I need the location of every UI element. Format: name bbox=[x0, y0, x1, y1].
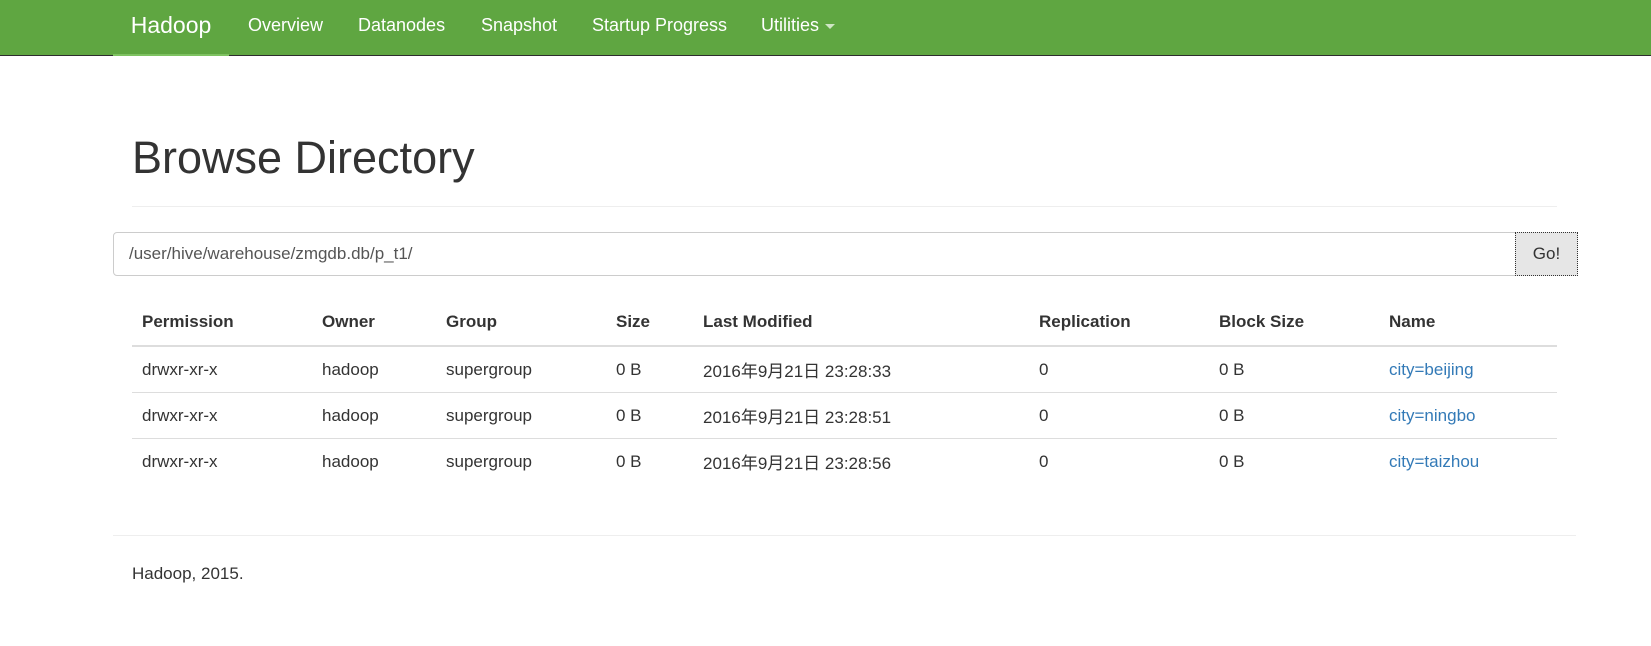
table-row: drwxr-xr-x hadoop supergroup 0 B 2016年9月… bbox=[132, 346, 1557, 393]
cell-size: 0 B bbox=[606, 346, 693, 393]
table-row: drwxr-xr-x hadoop supergroup 0 B 2016年9月… bbox=[132, 439, 1557, 485]
cell-owner: hadoop bbox=[312, 392, 436, 439]
nav-snapshot[interactable]: Snapshot bbox=[481, 0, 557, 50]
cell-name: city=ningbo bbox=[1379, 392, 1557, 439]
column-header-block-size[interactable]: Block Size bbox=[1209, 298, 1379, 347]
directory-path-input[interactable] bbox=[113, 232, 1516, 276]
cell-block-size: 0 B bbox=[1209, 392, 1379, 439]
footer-text: Hadoop, 2015. bbox=[132, 564, 244, 583]
cell-group: supergroup bbox=[436, 346, 606, 393]
table-header-row: Permission Owner Group Size Last Modifie… bbox=[132, 298, 1557, 347]
nav-utilities-label: Utilities bbox=[761, 15, 820, 35]
cell-replication: 0 bbox=[1029, 392, 1209, 439]
top-navbar: Hadoop Overview Datanodes Snapshot Start… bbox=[0, 0, 1651, 56]
cell-owner: hadoop bbox=[312, 346, 436, 393]
column-header-name[interactable]: Name bbox=[1379, 298, 1557, 347]
caret-down-icon bbox=[825, 23, 836, 29]
directory-table: Permission Owner Group Size Last Modifie… bbox=[132, 298, 1557, 484]
nav-overview[interactable]: Overview bbox=[248, 0, 323, 50]
column-header-permission[interactable]: Permission bbox=[132, 298, 312, 347]
cell-replication: 0 bbox=[1039, 451, 1049, 471]
directory-link[interactable]: city=taizhou bbox=[1389, 452, 1479, 471]
cell-last-modified: 2016年9月21日 23:28:33 bbox=[693, 346, 1029, 393]
cell-last-modified: 2016年9月21日 23:28:56 bbox=[703, 454, 892, 473]
cell-permission: drwxr-xr-x bbox=[132, 392, 312, 439]
column-header-size[interactable]: Size bbox=[606, 298, 693, 347]
table-row: drwxr-xr-x hadoop supergroup 0 B 2016年9月… bbox=[132, 392, 1557, 439]
cell-last-modified: 2016年9月21日 23:28:51 bbox=[693, 392, 1029, 439]
title-divider bbox=[132, 206, 1557, 207]
nav-startup-progress[interactable]: Startup Progress bbox=[592, 0, 727, 50]
cell-size: 0 B bbox=[606, 392, 693, 439]
nav-utilities-dropdown[interactable]: Utilities bbox=[761, 0, 836, 50]
nav-datanodes[interactable]: Datanodes bbox=[358, 0, 445, 50]
cell-owner: hadoop bbox=[322, 451, 379, 471]
page-title: Browse Directory bbox=[132, 132, 475, 183]
cell-name: city=beijing bbox=[1379, 346, 1557, 393]
directory-link[interactable]: city=ningbo bbox=[1389, 406, 1475, 425]
footer-divider bbox=[113, 535, 1576, 536]
column-header-last-modified[interactable]: Last Modified bbox=[693, 298, 1029, 347]
cell-name: city=taizhou bbox=[1379, 439, 1557, 485]
cell-block-size: 0 B bbox=[1219, 451, 1245, 471]
cell-group: supergroup bbox=[436, 392, 606, 439]
column-header-replication[interactable]: Replication bbox=[1029, 298, 1209, 347]
column-header-owner[interactable]: Owner bbox=[312, 298, 436, 347]
cell-replication: 0 bbox=[1029, 346, 1209, 393]
cell-size: 0 B bbox=[616, 451, 642, 471]
cell-permission: drwxr-xr-x bbox=[132, 346, 312, 393]
brand-link[interactable]: Hadoop bbox=[113, 0, 229, 56]
go-button[interactable]: Go! bbox=[1515, 232, 1578, 276]
cell-permission: drwxr-xr-x bbox=[142, 451, 218, 471]
column-header-group[interactable]: Group bbox=[436, 298, 606, 347]
cell-group: supergroup bbox=[446, 451, 533, 471]
cell-block-size: 0 B bbox=[1209, 346, 1379, 393]
directory-link[interactable]: city=beijing bbox=[1389, 360, 1474, 379]
